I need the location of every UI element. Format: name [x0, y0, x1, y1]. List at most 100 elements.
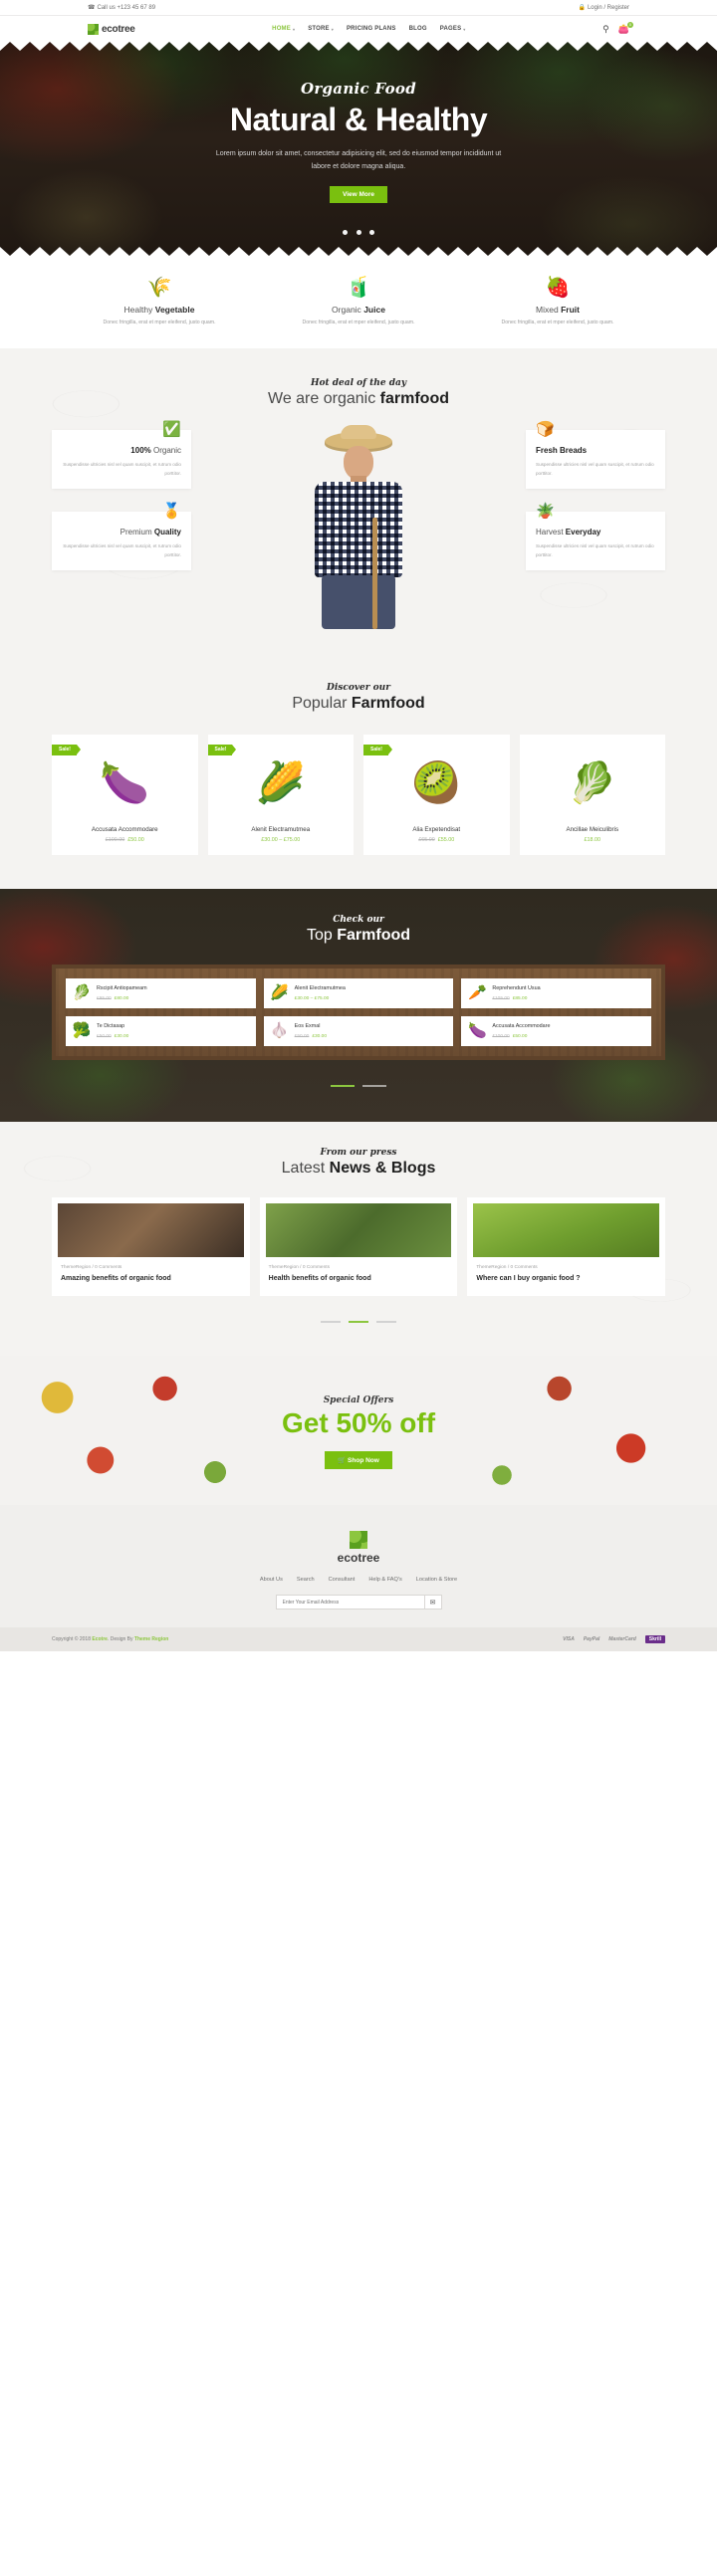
feature-healthy-vegetable: 🌾 Healthy Vegetable Donec fringilla, era… [60, 278, 259, 328]
old-price: £50.00 [294, 1033, 310, 1039]
rice-field-photo [473, 1202, 660, 1257]
cart-icon[interactable]: 👛 0 [618, 21, 633, 35]
plaid-shirt [315, 481, 402, 577]
deal-card-organic: ✅ 100% Organic Suspendisse ultricies nis… [52, 422, 191, 490]
carousel-dot[interactable] [376, 1321, 397, 1324]
old-price: £100.00 [492, 1033, 510, 1039]
feature-title: Healthy Vegetable [60, 305, 259, 315]
vineyard-photo [265, 1202, 452, 1257]
footer-link-help-faqs[interactable]: Help & FAQ's [368, 1577, 401, 1583]
login-register-link[interactable]: Login / Register [588, 5, 629, 11]
shelf-product[interactable]: 🌽 Alenit Electramutmea £30.00 – £75.00 [263, 977, 454, 1008]
product-name: Alenit Electramutmea [251, 825, 311, 833]
page-root: ☎ Call us +123 45 67 89 🔒 Login / Regist… [0, 0, 717, 1652]
feature-title-bold: Vegetable [154, 305, 195, 315]
shelf-product[interactable]: 🧄 Eos Exmal £50.00 £30.00 [263, 1015, 454, 1046]
carousel-dot[interactable] [320, 1321, 341, 1324]
shelf-product[interactable]: 🥕 Reprehendunt Usua £105.00 £85.00 [461, 977, 652, 1008]
carousel-dot[interactable] [368, 230, 374, 235]
brand-logo[interactable]: ecotree [88, 23, 135, 35]
hero-view-more-button[interactable]: View More [329, 185, 388, 203]
carousel-dot[interactable] [330, 1084, 355, 1087]
blog-author: ThemeRegion [61, 1264, 92, 1270]
shelf-product[interactable]: 🥬 Rscipit Antiopameam £95.00 £80.00 [66, 977, 256, 1008]
deal-title-bold: Fresh Breads [536, 445, 588, 455]
feature-description: Donec fringilla, erat et mper eleifend, … [302, 320, 415, 325]
wheat-icon: 🌾 [146, 277, 172, 299]
feature-title-bold: Fruit [561, 305, 580, 315]
footer-link-location-store[interactable]: Location & Store [416, 1577, 457, 1583]
shelf-product[interactable]: 🥦 Te Dictasap £50.00 £30.00 [66, 1015, 256, 1046]
shelf-product[interactable]: 🍆 Accusata Accommodare £100.00 £50.00 [461, 1015, 652, 1046]
nav-item-home[interactable]: HOME ▾ [272, 26, 295, 32]
topfood-carousel-dots[interactable] [0, 1074, 717, 1092]
product-name: Reprehendunt Usua [492, 984, 541, 991]
phone-icon: ☎ [88, 4, 96, 11]
product-price: £30.00 – £75.00 [295, 996, 346, 1001]
newsletter-submit-button[interactable]: ✉ [424, 1595, 442, 1610]
product-name: Accusata Accommodare [492, 1022, 551, 1029]
footer-links: About Us Search Consultant Help & FAQ's … [0, 1577, 717, 1583]
carousel-dot[interactable] [362, 1084, 387, 1087]
carousel-dot[interactable] [343, 230, 349, 235]
deal-title-bold: Quality [153, 527, 181, 537]
footer-link-search[interactable]: Search [297, 1577, 315, 1583]
product-price: £18.00 [526, 837, 660, 843]
title-bold: farmfood [379, 389, 449, 407]
nav-item-blog[interactable]: BLOG [409, 26, 427, 32]
hero-carousel-dots[interactable] [0, 222, 717, 240]
nav-item-pages[interactable]: PAGES ▾ [440, 26, 466, 32]
feature-description: Donec fringilla, erat et mper eleifend, … [103, 320, 216, 325]
product-card[interactable]: Sale! 🍆 Accusata Accommodare £100.00 £50.… [52, 734, 198, 855]
account-block[interactable]: 🔒 Login / Register [578, 5, 629, 11]
product-card[interactable]: Sale! 🌽 Alenit Electramutmea £30.00 – £7… [207, 734, 354, 855]
nav-item-pricing-plans[interactable]: PRICING PLANS [347, 26, 396, 32]
phone-block[interactable]: ☎ Call us +123 45 67 89 [88, 5, 155, 11]
chevron-down-icon: ▾ [463, 26, 466, 32]
blog-carousel-dots[interactable] [0, 1310, 717, 1328]
product-price: £30.00 – £75.00 [214, 837, 349, 843]
product-price: £50.00 £30.00 [97, 1034, 128, 1039]
corn-icon: 🌽 [270, 984, 290, 1002]
hero-title: Natural & Healthy [229, 102, 488, 137]
blog-post-title[interactable]: Amazing benefits of organic food [58, 1274, 244, 1285]
offer-eyebrow: Special Offers [323, 1395, 394, 1406]
blog-post-card[interactable]: ThemeRegion / 0 Comments Health benefits… [259, 1196, 458, 1297]
blog-eyebrow: From our press [320, 1147, 397, 1158]
deal-title-rest: Organic [152, 445, 181, 455]
chevron-down-icon: ▾ [331, 26, 334, 32]
product-name: Alenit Electramutmea [294, 984, 346, 991]
deal-title: Premium Quality [62, 528, 181, 537]
blog-title: Latest News & Blogs [0, 1160, 717, 1178]
footer-link-about-us[interactable]: About Us [260, 1577, 283, 1583]
topfood-eyebrow: Check our [333, 914, 384, 925]
nav-label: PAGES [439, 26, 462, 32]
blog-post-card[interactable]: ThemeRegion / 0 Comments Where can I buy… [467, 1196, 666, 1297]
blog-grid: ThemeRegion / 0 Comments Amazing benefit… [0, 1196, 717, 1297]
email-field[interactable] [275, 1595, 425, 1610]
shop-now-button[interactable]: 🛒 Shop Now [325, 1451, 392, 1470]
carousel-dot[interactable] [349, 1321, 368, 1324]
deal-title-bold: Everyday [565, 527, 601, 537]
blog-post-title[interactable]: Health benefits of organic food [266, 1274, 452, 1285]
blog-post-title[interactable]: Where can I buy organic food ? [473, 1274, 659, 1285]
feature-title: Mixed Fruit [458, 305, 657, 315]
deal-title: Fresh Breads [536, 446, 655, 455]
product-card[interactable]: Sale! 🥝 Alia Expetendisat £65.00 £55.00 [363, 734, 510, 855]
product-grid: Sale! 🍆 Accusata Accommodare £100.00 £50.… [0, 734, 717, 855]
blog-comments: 0 Comments [510, 1264, 538, 1270]
top-farmfood-header: Check our Top Farmfood [0, 915, 717, 945]
nav-item-store[interactable]: STORE ▾ [308, 26, 334, 32]
search-icon[interactable]: ⚲ [602, 24, 609, 35]
green-badge-icon: ✅ [162, 420, 181, 438]
carousel-dot[interactable] [356, 230, 361, 235]
product-card[interactable]: 🥬 Ancillae Meiculibris £18.00 [519, 734, 665, 855]
eggplant-icon: 🍆 [100, 761, 150, 806]
new-price: £50.00 [127, 836, 144, 843]
nav-tools: ⚲ 👛 0 [602, 21, 633, 35]
blog-post-card[interactable]: ThemeRegion / 0 Comments Amazing benefit… [52, 1196, 250, 1297]
nav-menu: HOME ▾ STORE ▾ PRICING PLANS BLOG PAGES … [272, 26, 465, 32]
footer-link-consultant[interactable]: Consultant [329, 1577, 356, 1583]
lock-icon: 🔒 [578, 4, 586, 11]
popular-farmfood-section: Discover our Popular Farmfood Sale! 🍆 Ac… [0, 656, 717, 889]
